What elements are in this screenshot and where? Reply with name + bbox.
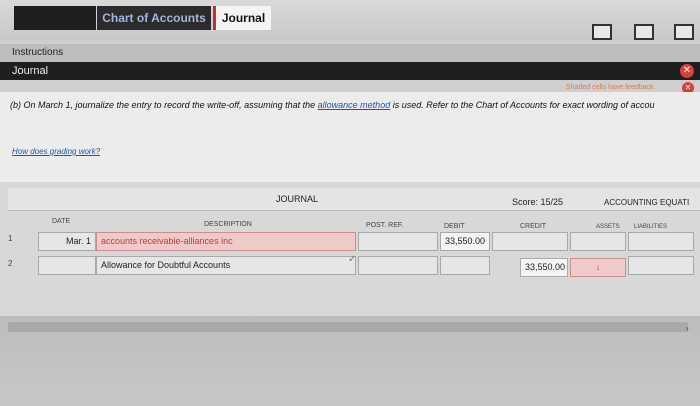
window-icon[interactable] <box>592 24 612 40</box>
col-credit: CREDIT <box>520 223 547 230</box>
tab-chart-of-accounts[interactable]: Chart of Accounts <box>97 6 211 30</box>
scroll-right-icon[interactable]: › <box>686 324 689 333</box>
description-input[interactable]: Allowance for Doubtful Accounts <box>96 256 356 275</box>
feedback-note: Shaded cells have feedback. <box>566 84 656 91</box>
credit-input[interactable] <box>492 232 568 251</box>
journal-title-bar: Journal <box>0 62 700 80</box>
question-suffix: is used. Refer to the Chart of Accounts … <box>392 100 655 110</box>
assets-select[interactable]: ↓ <box>570 258 626 277</box>
allowance-method-link[interactable]: allowance method <box>318 100 391 110</box>
post-ref-input[interactable] <box>358 256 438 275</box>
row-number: 1 <box>8 234 13 243</box>
row-number: 2 <box>8 259 13 268</box>
col-date: DATE <box>52 218 71 225</box>
split-view-icon[interactable] <box>634 24 654 40</box>
check-icon: ✓ <box>348 254 357 265</box>
description-input[interactable]: accounts receivable-alliances inc <box>96 232 356 251</box>
col-description: DESCRIPTION <box>204 221 252 228</box>
journal-title: JOURNAL <box>276 194 319 204</box>
close-icon[interactable]: ✕ <box>680 64 694 78</box>
question-text: (b) On March 1, journalize the entry to … <box>10 100 686 110</box>
question-prefix: (b) On March 1, journalize the entry to … <box>10 100 316 110</box>
tab-journal[interactable]: Journal <box>213 6 271 30</box>
col-assets: ASSETS <box>596 224 620 230</box>
post-ref-input[interactable] <box>358 232 438 251</box>
col-debit: DEBIT <box>444 223 465 230</box>
journal-header <box>8 188 700 211</box>
assets-input[interactable] <box>570 232 626 251</box>
col-post-ref: POST. REF. <box>366 222 404 229</box>
date-input[interactable]: Mar. 1 <box>38 232 96 251</box>
liabilities-input[interactable] <box>628 232 694 251</box>
grading-help-link[interactable]: How does grading work? <box>12 147 100 156</box>
liabilities-input[interactable] <box>628 256 694 275</box>
score-label: Score: 15/25 <box>512 197 564 207</box>
columns-icon[interactable] <box>674 24 694 40</box>
instructions-header: Instructions <box>0 44 700 62</box>
debit-input[interactable] <box>440 256 490 275</box>
accounting-equation-label: ACCOUNTING EQUATI <box>604 198 690 207</box>
debit-input[interactable]: 33,550.00 <box>440 232 490 251</box>
tab-blank[interactable] <box>14 6 96 30</box>
credit-input[interactable]: 33,550.00 <box>520 258 568 277</box>
horizontal-scrollbar[interactable] <box>8 322 688 332</box>
col-liabilities: LIABILITIES <box>634 224 668 230</box>
date-input[interactable] <box>38 256 96 275</box>
